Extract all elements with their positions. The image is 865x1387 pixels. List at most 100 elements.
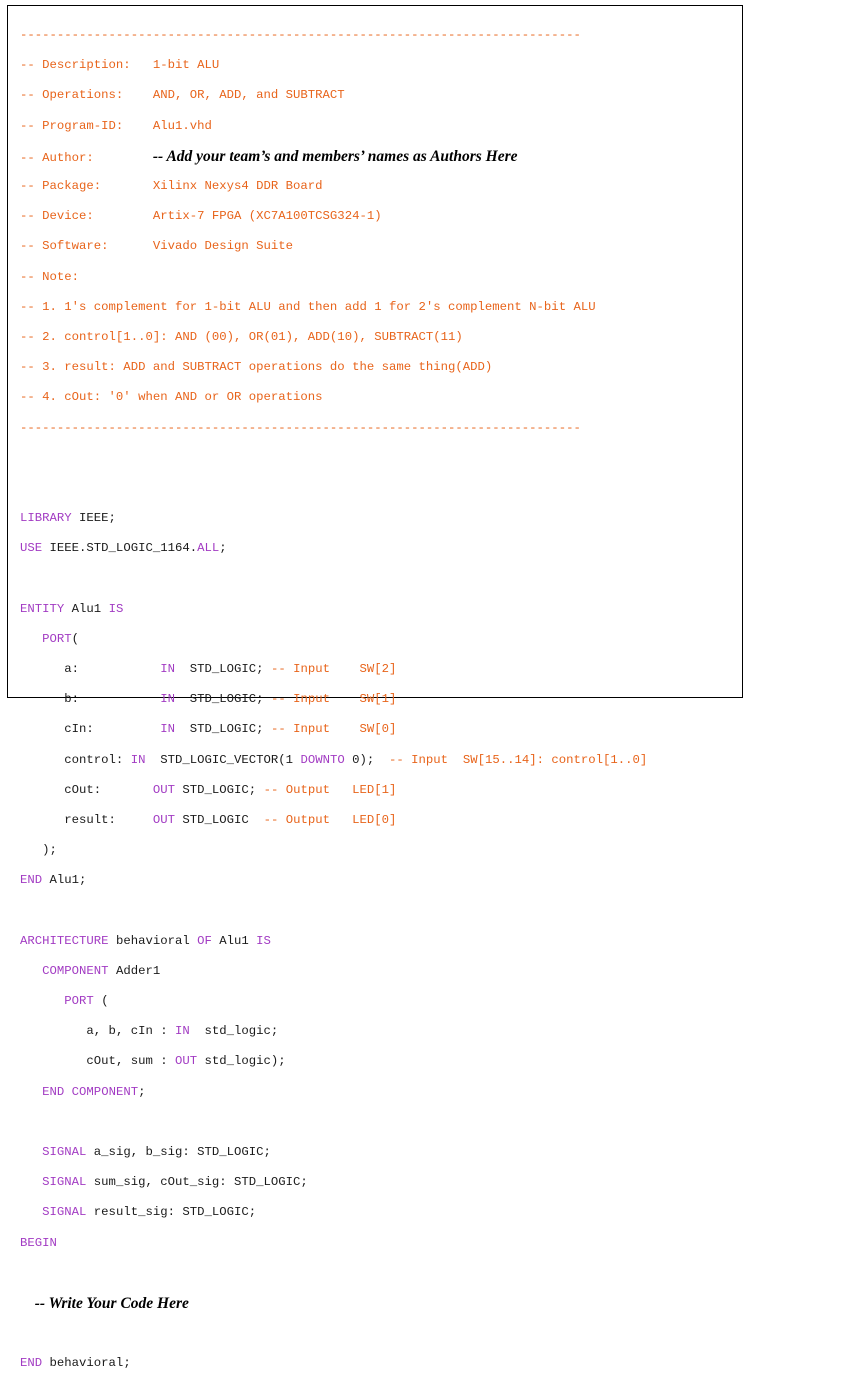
architecture-entity: Alu1 bbox=[211, 933, 257, 948]
port-comment: -- Input SW[15..14]: control[1..0] bbox=[389, 752, 648, 767]
end-entity-name: Alu1; bbox=[42, 873, 87, 888]
entity-line: ENTITY Alu1 IS bbox=[20, 602, 647, 617]
desc-label: -- Description: bbox=[20, 58, 153, 73]
comment-program-id: -- Program-ID: Alu1.vhd bbox=[20, 119, 647, 134]
comment-rule-bottom: ----------------------------------------… bbox=[20, 420, 581, 435]
comment-author: -- Author: -- Add your team’s and member… bbox=[20, 147, 647, 165]
port-names: cOut, sum : bbox=[86, 1054, 175, 1069]
signal-line-3: SIGNAL result_sig: STD_LOGIC; bbox=[20, 1205, 647, 1220]
architecture-name: behavioral bbox=[108, 933, 198, 948]
port-type-end: 0); bbox=[344, 752, 375, 767]
signal-decl: result_sig: STD_LOGIC; bbox=[86, 1205, 257, 1220]
port-comment: -- Output LED[1] bbox=[263, 782, 397, 797]
signal-keyword: SIGNAL bbox=[42, 1145, 87, 1160]
is-keyword: IS bbox=[256, 933, 271, 948]
comment-description: -- Description: 1-bit ALU bbox=[20, 58, 647, 73]
port-control: control: IN STD_LOGIC_VECTOR(1 DOWNTO 0)… bbox=[20, 753, 647, 768]
port-keyword: PORT bbox=[42, 631, 72, 646]
dev-label: -- Device: bbox=[20, 209, 153, 224]
comment-rule-top: ----------------------------------------… bbox=[20, 28, 581, 43]
comment-note-2: -- 2. control[1..0]: AND (00), OR(01), A… bbox=[20, 329, 463, 344]
port-line: PORT( bbox=[42, 631, 80, 646]
end-component-line: END COMPONENT; bbox=[20, 1085, 647, 1100]
end-architecture-line: END behavioral; bbox=[20, 1356, 647, 1371]
comment-note-4: -- 4. cOut: '0' when AND or OR operation… bbox=[20, 390, 323, 405]
port-type: std_logic; bbox=[189, 1024, 279, 1039]
port-type: STD_LOGIC; bbox=[189, 662, 264, 677]
port-a: a: IN STD_LOGIC; -- Input SW[2] bbox=[20, 662, 647, 677]
semicolon: ; bbox=[219, 541, 227, 556]
port-cin: cIn: IN STD_LOGIC; -- Input SW[0] bbox=[20, 722, 647, 737]
begin-line: BEGIN bbox=[20, 1235, 57, 1250]
out-keyword: OUT bbox=[152, 812, 175, 827]
sw-label: -- Software: bbox=[20, 239, 153, 254]
component-keyword: COMPONENT bbox=[71, 1084, 139, 1099]
all-keyword: ALL bbox=[197, 541, 220, 556]
of-keyword: OF bbox=[197, 933, 212, 948]
component-port-line: PORT ( bbox=[20, 994, 647, 1009]
port-type: std_logic); bbox=[197, 1054, 286, 1069]
port-name: b: bbox=[64, 692, 131, 707]
end-keyword: END bbox=[20, 1356, 43, 1371]
end-architecture-name: behavioral; bbox=[42, 1356, 131, 1371]
port-close: ); bbox=[20, 843, 647, 858]
use-line: USE IEEE.STD_LOGIC_1164.ALL; bbox=[20, 541, 647, 556]
signal-keyword: SIGNAL bbox=[42, 1175, 87, 1190]
signal-decl: a_sig, b_sig: STD_LOGIC; bbox=[86, 1145, 271, 1160]
port-type: STD_LOGIC bbox=[182, 812, 249, 827]
out-keyword: OUT bbox=[174, 1054, 198, 1069]
dev-value: Artix-7 FPGA (XC7A100TCSG324-1) bbox=[152, 209, 382, 224]
entity-name: Alu1 bbox=[64, 601, 109, 616]
end-keyword: END bbox=[20, 873, 43, 888]
component-name: Adder1 bbox=[108, 963, 161, 978]
signal-decl: sum_sig, cOut_sig: STD_LOGIC; bbox=[86, 1175, 308, 1190]
write-code-instruction: -- Write Your Code Here bbox=[34, 1294, 189, 1312]
port-name: result: bbox=[64, 812, 131, 827]
author-instruction: -- Add your team’s and members’ names as… bbox=[152, 147, 518, 165]
port-comment: -- Input SW[2] bbox=[270, 662, 397, 677]
in-keyword: IN bbox=[160, 692, 175, 707]
port-name: cIn: bbox=[64, 722, 131, 737]
use-package: IEEE.STD_LOGIC_1164. bbox=[42, 541, 198, 556]
ops-label: -- Operations: bbox=[20, 88, 153, 103]
port-name: a: bbox=[64, 662, 131, 677]
component-ports-out: cOut, sum : OUT std_logic); bbox=[20, 1054, 647, 1069]
port-keyword: PORT bbox=[64, 994, 94, 1009]
port-names: a, b, cIn : bbox=[86, 1024, 175, 1039]
port-type: STD_LOGIC; bbox=[182, 782, 257, 797]
in-keyword: IN bbox=[160, 722, 175, 737]
architecture-keyword: ARCHITECTURE bbox=[20, 933, 109, 948]
port-comment: -- Input SW[1] bbox=[270, 692, 397, 707]
component-ports-in: a, b, cIn : IN std_logic; bbox=[20, 1024, 647, 1039]
comment-device: -- Device: Artix-7 FPGA (XC7A100TCSG324-… bbox=[20, 209, 647, 224]
comment-note-3: -- 3. result: ADD and SUBTRACT operation… bbox=[20, 360, 493, 375]
pkg-value: Xilinx Nexys4 DDR Board bbox=[152, 179, 323, 194]
comment-note: -- Note: bbox=[20, 269, 80, 284]
in-keyword: IN bbox=[130, 752, 146, 767]
port-open-paren: ( bbox=[93, 994, 109, 1009]
end-entity-line: END Alu1; bbox=[20, 873, 647, 888]
port-cout: cOut: OUT STD_LOGIC; -- Output LED[1] bbox=[20, 783, 647, 798]
port-type: STD_LOGIC_VECTOR(1 bbox=[160, 752, 301, 767]
is-keyword: IS bbox=[108, 601, 124, 616]
component-line: COMPONENT Adder1 bbox=[20, 964, 647, 979]
sw-value: Vivado Design Suite bbox=[152, 239, 294, 254]
in-keyword: IN bbox=[174, 1024, 190, 1039]
comment-operations: -- Operations: AND, OR, ADD, and SUBTRAC… bbox=[20, 88, 647, 103]
use-keyword: USE bbox=[20, 541, 43, 556]
comment-software: -- Software: Vivado Design Suite bbox=[20, 239, 647, 254]
library-keyword: LIBRARY bbox=[20, 511, 72, 526]
code-document: ----------------------------------------… bbox=[7, 5, 743, 1370]
vhdl-code: ----------------------------------------… bbox=[20, 13, 647, 1387]
port-b: b: IN STD_LOGIC; -- Input SW[1] bbox=[20, 692, 647, 707]
port-comment: -- Output LED[0] bbox=[263, 812, 397, 827]
library-name: IEEE; bbox=[71, 511, 116, 526]
entity-keyword: ENTITY bbox=[20, 601, 65, 616]
